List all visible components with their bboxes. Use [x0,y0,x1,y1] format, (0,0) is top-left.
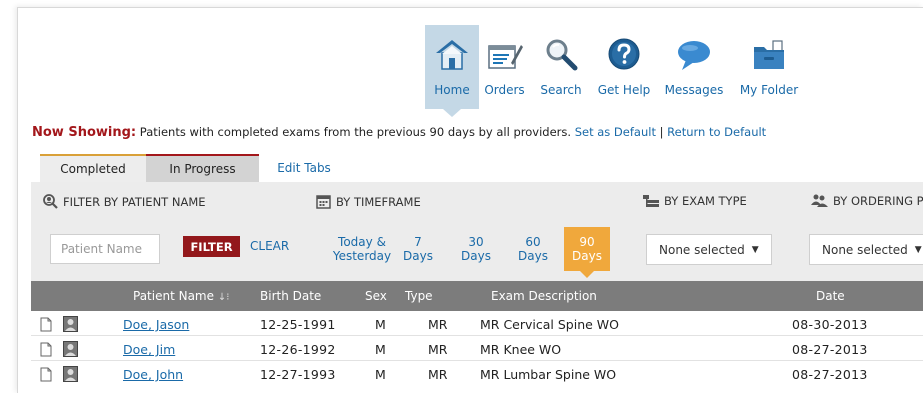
filter-patient-heading: FILTER BY PATIENT NAME [43,194,206,209]
document-icon[interactable] [40,342,52,357]
tab-in-progress[interactable]: In Progress [146,154,259,182]
home-icon [435,25,469,77]
patient-name-link[interactable]: Doe, John [123,367,183,382]
return-to-default-link[interactable]: Return to Default [667,125,766,139]
document-icon[interactable] [40,367,52,382]
exam-tabs: Completed In Progress Edit Tabs [40,154,349,182]
nav-messages[interactable]: Messages [656,25,732,109]
timeframe-30-days[interactable]: 30 Days [459,227,493,271]
timeframe-60-days[interactable]: 60 Days [516,227,550,271]
nav-home[interactable]: Home [425,25,479,117]
timeframe-7-days[interactable]: 7 Days [401,227,435,271]
person-search-icon [43,194,58,209]
nav-my-folder[interactable]: My Folder [732,25,806,109]
exam-type-dropdown[interactable]: None selected ▼ [646,234,772,265]
separator: | [659,125,664,139]
folder-icon [751,25,787,77]
app-frame: Home Orders Search Get Help Messages My … [17,7,923,393]
table-row[interactable]: Doe, Jason 12-25-1991 M MR MR Cervical S… [31,312,923,336]
edit-tabs-link[interactable]: Edit Tabs [259,154,349,182]
image-viewer-icon[interactable] [63,316,78,332]
providers-icon [811,194,828,207]
col-birth-date[interactable]: Birth Date [260,289,321,303]
nav-orders[interactable]: Orders [479,25,530,109]
col-exam-description[interactable]: Exam Description [491,289,597,303]
ordering-provider-heading: BY ORDERING PR [811,194,923,208]
col-type[interactable]: Type [405,289,433,303]
results-table-header: Patient Name ↓⁝ Birth Date Sex Type Exam… [31,281,923,311]
patient-name-link[interactable]: Doe, Jason [123,317,189,332]
table-row[interactable]: Doe, John 12-27-1993 M MR MR Lumbar Spin… [31,362,923,386]
timeframe-90-days[interactable]: 90 Days [564,227,610,278]
col-sex[interactable]: Sex [365,289,387,303]
caret-down-icon: ▼ [914,244,922,255]
sort-icon: ↓⁝ [217,292,230,303]
speech-bubble-icon [676,25,712,77]
timeframe-heading: BY TIMEFRAME [316,194,421,209]
table-row[interactable]: Doe, Jim 12-26-1992 M MR MR Knee WO 08-2… [31,337,923,361]
col-date[interactable]: Date [816,289,845,303]
nav-search[interactable]: Search [530,25,592,109]
now-showing-text: Patients with completed exams from the p… [139,125,572,139]
now-showing-bar: Now Showing: Patients with completed exa… [32,125,766,140]
tab-completed[interactable]: Completed [40,154,146,182]
caret-down-icon: ▼ [751,244,759,255]
col-patient-name[interactable]: Patient Name ↓⁝ [133,289,229,303]
exam-type-icon [643,195,659,207]
image-viewer-icon[interactable] [63,341,78,357]
ordering-provider-dropdown[interactable]: None selected ▼ [809,234,923,265]
nav-get-help[interactable]: Get Help [592,25,656,109]
clipboard-pen-icon [487,25,523,77]
patient-name-input[interactable] [50,234,160,264]
patient-name-link[interactable]: Doe, Jim [123,342,175,357]
now-showing-heading: Now Showing: [32,125,137,140]
timeframe-today-yesterday[interactable]: Today & Yesterday [330,227,394,271]
filter-panel: FILTER BY PATIENT NAME FILTER CLEAR BY T… [31,182,923,281]
exam-type-heading: BY EXAM TYPE [643,194,747,208]
set-as-default-link[interactable]: Set as Default [575,125,656,139]
calendar-icon [316,195,331,209]
magnifier-icon [544,25,578,77]
main-nav: Home Orders Search Get Help Messages My … [425,25,806,117]
help-icon [607,25,641,77]
image-viewer-icon[interactable] [63,366,78,382]
clear-button[interactable]: CLEAR [250,239,289,253]
filter-button[interactable]: FILTER [183,236,240,257]
document-icon[interactable] [40,317,52,332]
